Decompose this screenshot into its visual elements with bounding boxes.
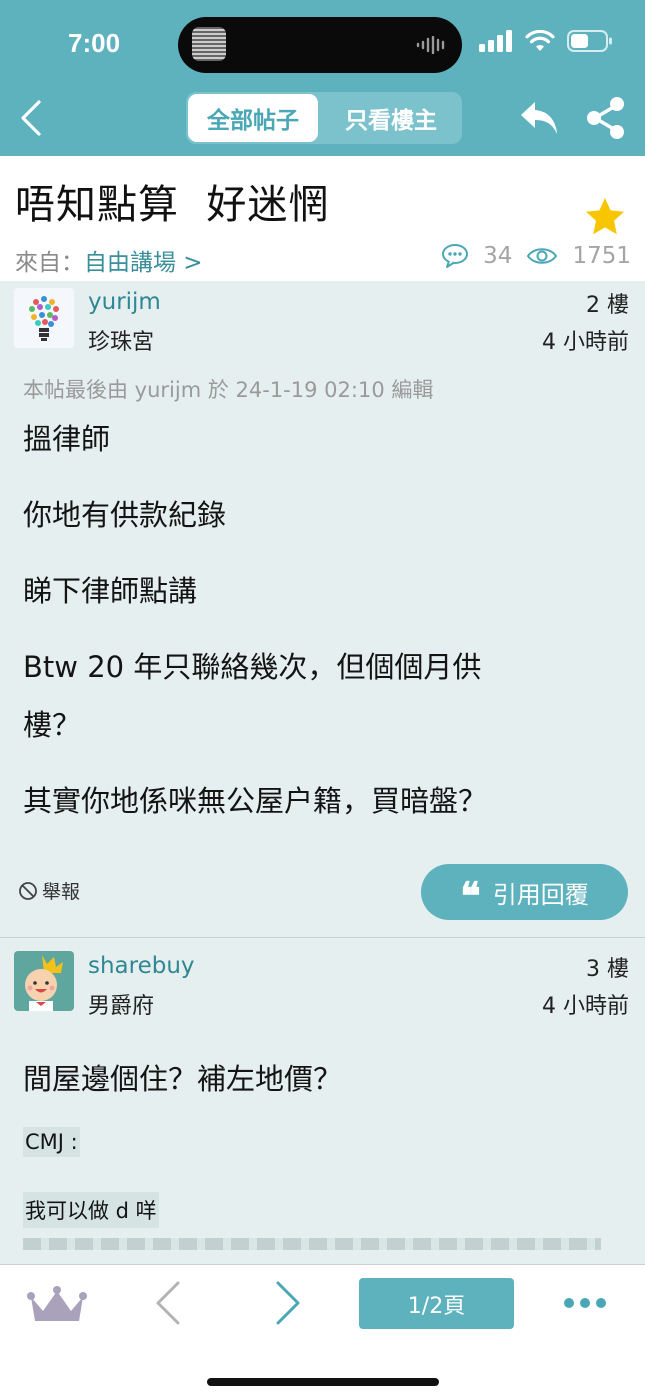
navigation-bar: 全部帖子 只看樓主 <box>0 80 645 156</box>
status-time: 7:00 <box>68 28 121 58</box>
post-item: yurijm 珍珠宮 2 樓 4 小時前 本帖最後由 yurijm 於 24-1… <box>0 281 645 936</box>
battery-icon <box>567 30 612 52</box>
report-button[interactable]: 舉報 <box>18 877 80 904</box>
next-page-icon[interactable] <box>272 1279 304 1327</box>
post-timestamp: 4 小時前 <box>542 330 629 355</box>
post-username[interactable]: sharebuy <box>88 953 195 979</box>
post-text-line: 搵律師 <box>23 422 111 456</box>
quote-line: 我可以做 d 咩 <box>23 1192 159 1228</box>
post-username[interactable]: yurijm <box>88 289 161 315</box>
page-selector-button[interactable]: 1/2頁 <box>359 1278 514 1329</box>
tab-all-posts[interactable]: 全部帖子 <box>188 94 318 142</box>
post-user-rank: 珍珠宮 <box>88 330 155 355</box>
previous-page-icon[interactable] <box>152 1279 184 1327</box>
post-floor-number: 3 樓 <box>586 957 629 982</box>
post-text-line: 睇下律師點講 <box>23 574 198 608</box>
more-options-icon[interactable] <box>563 1295 607 1311</box>
quote-line: CMJ : <box>23 1127 80 1157</box>
post-text-line: 間屋邊個住？補左地價？ <box>23 1062 343 1096</box>
post-text-line: 其實你地係咪無公屋户籍，買暗盤？ <box>23 784 488 818</box>
edit-note: 本帖最後由 yurijm 於 24-1-19 02:10 編輯 <box>23 378 434 402</box>
home-indicator <box>207 1378 439 1386</box>
dynamic-island <box>178 17 462 73</box>
from-label: 來自： <box>15 250 84 276</box>
audio-wave-icon <box>416 36 445 54</box>
reply-icon[interactable] <box>517 96 561 140</box>
user-avatar[interactable] <box>14 951 74 1011</box>
now-playing-artwork <box>192 27 226 61</box>
favorite-star-icon[interactable] <box>584 196 626 238</box>
quote-line-clipped <box>23 1238 601 1250</box>
post-list: yurijm 珍珠宮 2 樓 4 小時前 本帖最後由 yurijm 於 24-1… <box>0 281 645 1264</box>
post-text-line: 樓？ <box>23 708 82 742</box>
report-label: 舉報 <box>42 881 81 903</box>
post-text-line: Btw 20 年只聯絡幾次，但個個月供 <box>23 650 482 684</box>
thread-title: 唔知點算 好迷惘 <box>15 182 330 228</box>
forum-link[interactable]: 自由講場 > <box>84 250 203 276</box>
eye-icon <box>527 248 558 264</box>
forum-source: 來自：自由講場 > <box>15 243 203 277</box>
tab-op-only[interactable]: 只看樓主 <box>326 94 456 142</box>
status-bar: 7:00 <box>0 0 645 80</box>
cellular-signal-icon <box>479 30 512 52</box>
post-user-rank: 男爵府 <box>88 994 155 1019</box>
quote-mark-icon: ❝ <box>460 873 481 918</box>
share-icon[interactable] <box>585 96 627 140</box>
post-floor-number: 2 樓 <box>586 293 629 318</box>
post-text-line: 你地有供款紀錄 <box>23 498 227 532</box>
quote-reply-label: 引用回覆 <box>492 880 589 909</box>
post-item: sharebuy 男爵府 3 樓 4 小時前 間屋邊個住？補左地價？ CMJ :… <box>0 937 645 1264</box>
user-avatar[interactable] <box>14 288 74 348</box>
post-timestamp: 4 小時前 <box>542 994 629 1019</box>
bottom-toolbar: 1/2頁 <box>0 1264 645 1398</box>
view-count: 1751 <box>572 243 631 269</box>
thread-stats: 34 1751 <box>441 243 631 269</box>
wifi-icon <box>525 30 555 51</box>
filter-segmented-control: 全部帖子 只看樓主 <box>186 92 462 144</box>
block-icon <box>19 881 37 900</box>
quote-reply-button[interactable]: ❝ 引用回覆 <box>421 864 628 920</box>
crown-icon[interactable] <box>27 1285 87 1325</box>
reply-count: 34 <box>483 243 513 269</box>
comment-icon <box>442 244 469 268</box>
back-chevron-icon[interactable] <box>18 98 44 138</box>
